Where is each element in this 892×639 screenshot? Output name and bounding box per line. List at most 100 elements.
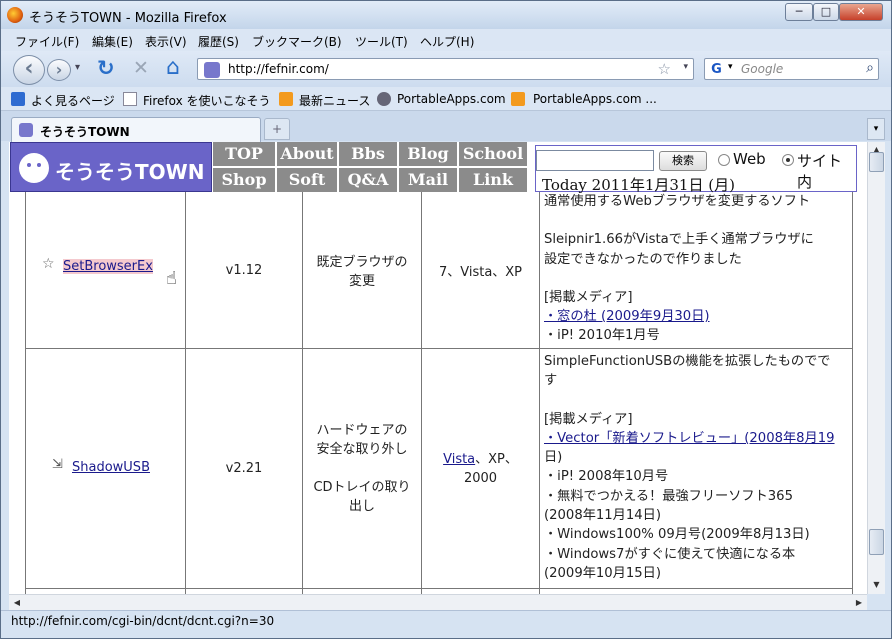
- radio-web[interactable]: [718, 154, 730, 166]
- description-cell: 通常使用するWebブラウザを変更するソフト Sleipnir1.66がVista…: [539, 192, 853, 348]
- desc-line: ・iP! 2008年10月号: [544, 469, 669, 485]
- purpose-cell: ハードウェアの 安全な取り外し CDトレイの取り 出し: [302, 349, 421, 588]
- radio-site-label: サイト内: [797, 152, 843, 191]
- firefox-window: そうそうTOWN - Mozilla Firefox ─ □ ✕ ファイル(F)…: [0, 0, 892, 639]
- scroll-left-icon[interactable]: ◀: [9, 595, 25, 611]
- menu-edit[interactable]: 編集(E): [92, 33, 133, 50]
- scroll-thumb[interactable]: [869, 529, 884, 555]
- menu-bookmarks[interactable]: ブックマーク(B): [252, 33, 342, 50]
- bookmark-latest-news[interactable]: 最新ニュース: [299, 92, 370, 109]
- header-scroll-thumb[interactable]: [869, 152, 884, 172]
- os-cell: 7、Vista、XP: [421, 192, 539, 348]
- mascot-icon: [19, 153, 49, 183]
- firefox-icon: [7, 7, 23, 23]
- os-rest: 、XP、: [475, 451, 518, 467]
- status-bar: http://fefnir.com/cgi-bin/dcnt/dcnt.cgi?…: [1, 610, 891, 638]
- tab-sousoutown[interactable]: そうそうTOWN: [11, 117, 261, 143]
- desc-line: SimpleFunctionUSBの機能を拡張したものでで: [544, 354, 831, 369]
- history-dropdown-icon[interactable]: ▾: [75, 62, 80, 73]
- url-text[interactable]: http://fefnir.com/: [228, 62, 329, 76]
- desc-line: 通常使用するWebブラウザを変更するソフト: [544, 194, 811, 209]
- home-icon[interactable]: ⌂: [166, 55, 180, 80]
- menu-history[interactable]: 履歴(S): [198, 33, 239, 50]
- purpose-line: ハードウェアの: [316, 423, 408, 438]
- menu-file[interactable]: ファイル(F): [15, 33, 79, 50]
- nav-shop[interactable]: Shop: [213, 168, 277, 192]
- reload-icon[interactable]: ↻: [97, 56, 115, 80]
- new-tab-button[interactable]: +: [264, 118, 290, 140]
- bookmark-firefox-tips[interactable]: Firefox を使いこなそう: [143, 92, 271, 109]
- forward-icon[interactable]: ›: [47, 59, 71, 81]
- purpose-line: 出し: [348, 499, 375, 514]
- scroll-right-icon[interactable]: ▶: [851, 595, 867, 611]
- engine-dropdown-icon[interactable]: ▾: [728, 62, 733, 72]
- search-bar[interactable]: G ▾ Google ⌕: [704, 58, 879, 80]
- nav-bbs[interactable]: Bbs: [339, 142, 399, 166]
- horizontal-scrollbar[interactable]: ◀ ▶: [9, 594, 867, 610]
- site-search-input[interactable]: [536, 150, 654, 171]
- nav-mail[interactable]: Mail: [399, 168, 459, 192]
- stop-icon[interactable]: ✕: [133, 57, 149, 79]
- purpose-line: CDトレイの取り: [313, 480, 411, 495]
- tab-title: そうそうTOWN: [40, 125, 130, 139]
- media-link-madonomori[interactable]: ・窓の杜 (2009年9月30日): [544, 307, 848, 326]
- nav-school[interactable]: School: [459, 142, 527, 166]
- maximize-button[interactable]: □: [813, 3, 839, 21]
- media-link-vector[interactable]: ・Vector「新着ソフトレビュー」(2008年8月19: [544, 429, 848, 448]
- desc-line: (2009年10月15日): [544, 565, 661, 581]
- nav-top[interactable]: TOP: [213, 142, 277, 166]
- desc-line: ・Windows7がすぐに使えて快適になる本: [544, 546, 796, 562]
- desc-line: [544, 269, 848, 288]
- bookmark-portableapps-feed[interactable]: PortableApps.com ...: [533, 92, 657, 106]
- desc-line: ・iP! 2010年1月号: [544, 328, 660, 344]
- desc-line: (2008年11月14日): [544, 508, 661, 524]
- scroll-down-icon[interactable]: ▼: [868, 577, 885, 593]
- back-icon[interactable]: ‹: [13, 55, 45, 85]
- address-bar[interactable]: http://fefnir.com/ ☆ ▾: [197, 58, 694, 80]
- name-cell: ☆ SetBrowserEx ☝: [25, 192, 185, 348]
- tab-favicon: [19, 123, 33, 137]
- menu-view[interactable]: 表示(V): [145, 33, 187, 50]
- name-cell: ⇲ ShadowUSB: [25, 349, 185, 588]
- site-favicon: [204, 62, 220, 78]
- nav-link[interactable]: Link: [459, 168, 527, 192]
- table-row: ☆ SetBrowserEx ☝ v1.12 既定ブラウザの 変更 7、Vist…: [25, 192, 853, 349]
- os-link-vista[interactable]: Vista: [443, 452, 475, 467]
- nav-qa[interactable]: Q&A: [339, 168, 399, 192]
- search-icon[interactable]: ⌕: [866, 60, 874, 76]
- site-search-button[interactable]: 検索: [659, 151, 707, 171]
- software-link-setbrowserex[interactable]: SetBrowserEx: [63, 259, 153, 274]
- version-cell: v1.12: [185, 192, 302, 348]
- radio-site[interactable]: [782, 154, 794, 166]
- bookmark-portableapps[interactable]: PortableApps.com: [397, 92, 506, 106]
- hand-cursor-icon: ☝: [166, 268, 177, 289]
- site-logo[interactable]: そうそうTOWN: [10, 142, 212, 192]
- purpose-line: 安全な取り外し: [316, 442, 408, 457]
- version-cell: v2.21: [185, 349, 302, 588]
- nav-about[interactable]: About: [277, 142, 339, 166]
- os-cell: Vista、XP、 2000: [421, 349, 539, 588]
- description-cell: SimpleFunctionUSBの機能を拡張したものでで す [掲載メディア]…: [539, 349, 853, 588]
- desc-line: Sleipnir1.66がVistaで上手く通常ブラウザに: [544, 232, 814, 248]
- close-button[interactable]: ✕: [839, 3, 883, 21]
- desc-line: [544, 211, 848, 230]
- software-link-shadowusb[interactable]: ShadowUSB: [72, 460, 150, 475]
- menu-tools[interactable]: ツール(T): [355, 33, 408, 50]
- google-engine-icon[interactable]: G: [708, 61, 725, 78]
- vertical-scrollbar[interactable]: ▲ ▼: [867, 142, 885, 594]
- purpose-line: 変更: [348, 274, 375, 289]
- minimize-button[interactable]: ─: [785, 3, 813, 21]
- os-line2: 2000: [463, 470, 498, 486]
- nav-soft[interactable]: Soft: [277, 168, 339, 192]
- bookmark-star-icon[interactable]: ☆: [658, 60, 671, 78]
- menu-help[interactable]: ヘルプ(H): [420, 33, 474, 50]
- url-dropdown-icon[interactable]: ▾: [683, 62, 688, 72]
- search-placeholder: Google: [741, 62, 784, 76]
- desc-line: [掲載メディア]: [544, 411, 633, 427]
- site-header: そうそうTOWN TOP About Bbs Blog School Shop …: [9, 142, 859, 194]
- tab-scroll-icon[interactable]: ▾: [867, 118, 885, 140]
- bookmark-most-visited[interactable]: よく見るページ: [31, 92, 115, 109]
- nav-blog[interactable]: Blog: [399, 142, 459, 166]
- status-text: http://fefnir.com/cgi-bin/dcnt/dcnt.cgi?…: [11, 614, 275, 628]
- rss-icon: [279, 92, 293, 106]
